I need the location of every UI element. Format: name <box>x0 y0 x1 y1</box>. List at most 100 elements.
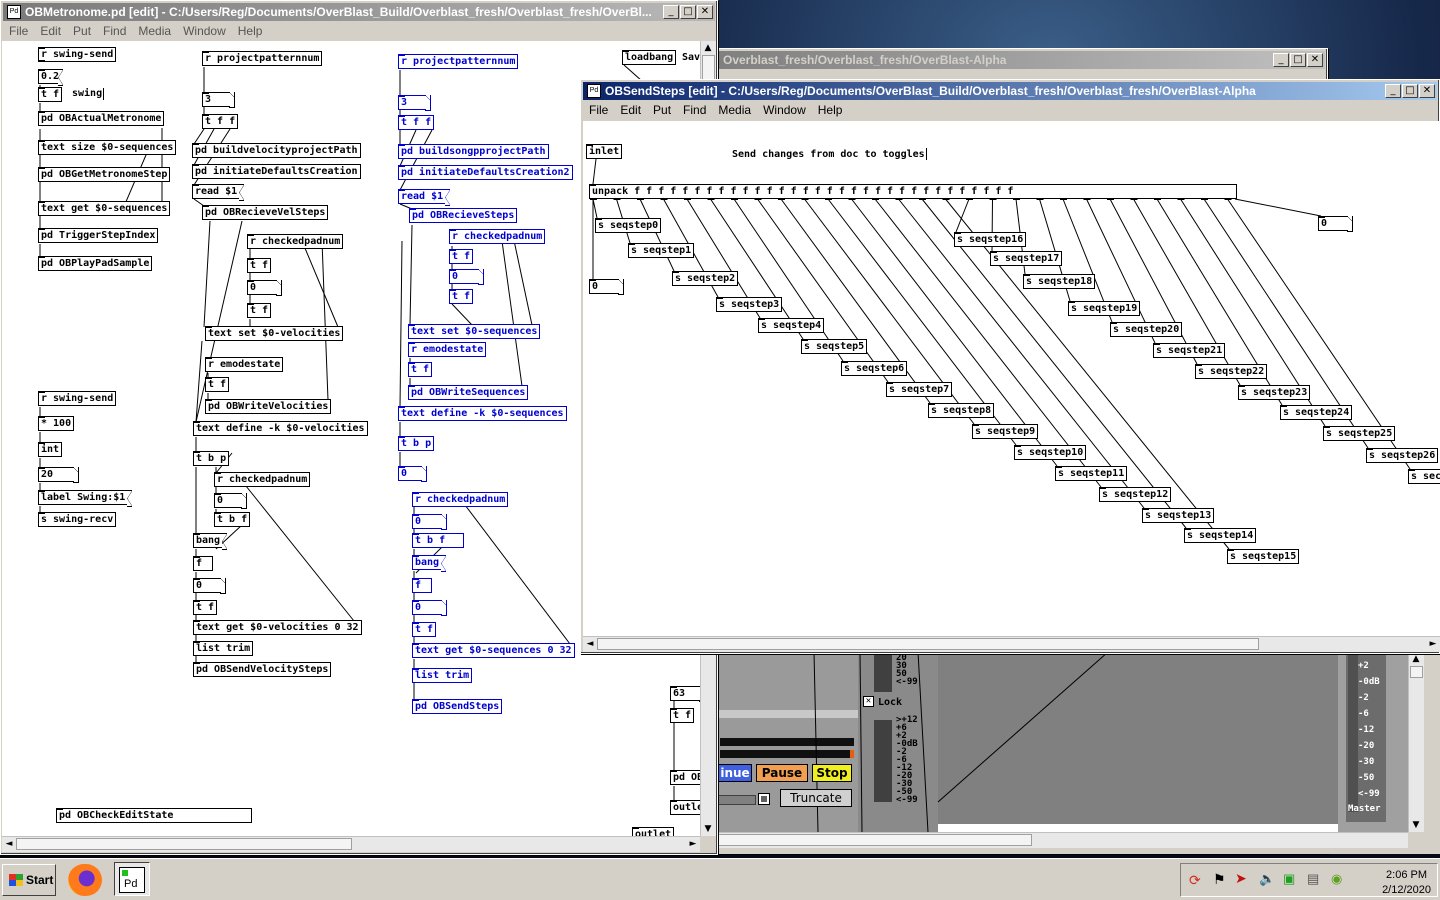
pd-triggerstepindex[interactable]: pd TriggerStepIndex <box>38 228 159 243</box>
pd-obrecievevelsteps[interactable]: pd OBRecieveVelSteps <box>202 205 329 220</box>
seqstep-sender-22[interactable]: s seqstep22 <box>1195 364 1268 379</box>
obj-t-f-h[interactable]: t f <box>412 622 437 637</box>
seqstep-sender-5[interactable]: s seqstep5 <box>801 339 868 354</box>
r-emodestate-2[interactable]: r emodestate <box>408 342 487 357</box>
pd-ob-fragment[interactable]: pd OB <box>670 770 700 785</box>
minimize-button[interactable]: _ <box>663 5 679 19</box>
menu-window[interactable]: Window <box>757 103 812 117</box>
pd-obcheckeditstate[interactable]: pd OBCheckEditState <box>56 808 252 823</box>
seqstep-sender-18[interactable]: s seqstep18 <box>1022 274 1096 289</box>
pd-obplaypadsample[interactable]: pd OBPlayPadSample <box>38 256 153 271</box>
msg-read-2[interactable]: read $1 <box>398 189 451 206</box>
pd-obactualmetronome[interactable]: pd OBActualMetronome <box>38 111 165 126</box>
seqstep-sender-1[interactable]: s seqstep1 <box>628 243 695 258</box>
obj-t-b-p[interactable]: t b p <box>193 451 230 466</box>
menu-find[interactable]: Find <box>97 24 132 38</box>
titlebar-main[interactable]: Pd OBMetronome.pd [edit] - C:/Users/Reg/… <box>3 3 715 21</box>
number-0-b[interactable]: 0 <box>214 493 247 509</box>
obj-t-f-f[interactable]: t f f <box>202 114 239 129</box>
text-get-velocities[interactable]: text get $0-velocities 0 32 <box>193 620 362 635</box>
seqstep-sender-10[interactable]: s seqstep10 <box>1014 445 1087 460</box>
volume-icon[interactable]: 🔈 <box>1259 871 1275 887</box>
text-define-sequences[interactable]: text define -k $0-sequences <box>398 406 567 421</box>
main-hscroll[interactable]: ◄ ► <box>2 836 700 852</box>
seqstep-sender-4[interactable]: s seqstep4 <box>758 318 825 333</box>
obj-t-f-d[interactable]: t f <box>193 600 218 615</box>
obj-loadbang[interactable]: loadbang <box>622 50 677 65</box>
obj-t-b-f-2[interactable]: t b f <box>412 533 464 548</box>
menu-edit[interactable]: Edit <box>34 24 67 38</box>
seqstep-sender-6[interactable]: s seqstep6 <box>841 361 908 376</box>
outlet-fragment[interactable]: outle <box>670 800 700 815</box>
r-checkedpadnum-4[interactable]: r checkedpadnum <box>412 492 509 507</box>
pd-obwritesequences[interactable]: pd OBWriteSequences <box>408 385 529 400</box>
pd-buildsongpprojectpath[interactable]: pd buildsongpprojectPath <box>398 144 549 159</box>
msg-read[interactable]: read $1 <box>192 184 245 201</box>
number-right[interactable]: 0 <box>1318 216 1353 232</box>
canvas-sendsteps[interactable]: inlet Send changes from doc to toggles u… <box>583 121 1440 636</box>
menu-put[interactable]: Put <box>67 24 97 38</box>
pd-initiatedefaultscreation2[interactable]: pd initiateDefaultsCreation2 <box>398 165 573 180</box>
msg-0.2[interactable]: 0.2 <box>38 69 63 86</box>
pd-initiatedefaultscreation[interactable]: pd initiateDefaultsCreation <box>192 164 361 179</box>
seqstep-sender-25[interactable]: s seqstep25 <box>1323 426 1396 441</box>
minimize-button[interactable]: _ <box>1273 53 1289 67</box>
alpha-hscroll[interactable] <box>718 832 1408 848</box>
obj-t-f[interactable]: t f <box>38 87 63 102</box>
menu-media[interactable]: Media <box>132 24 177 38</box>
text-get-sequences-2[interactable]: text get $0-sequences 0 32 <box>412 643 575 658</box>
alpha-vscroll[interactable]: ▲ ▼ <box>1408 652 1424 832</box>
pd-obwritevelocities[interactable]: pd OBWriteVelocities <box>205 399 332 414</box>
number-63[interactable]: 63 <box>670 686 700 702</box>
obj-f[interactable]: f <box>193 556 213 571</box>
close-button[interactable]: ✕ <box>1419 84 1435 98</box>
menu-edit[interactable]: Edit <box>614 103 647 117</box>
msg-bang[interactable]: bang <box>193 533 228 550</box>
nvidia-icon[interactable]: ◉ <box>1331 871 1342 887</box>
arrow-icon[interactable]: ➤ <box>1235 870 1247 887</box>
seqstep-sender-26[interactable]: s seqstep26 <box>1366 448 1439 463</box>
menu-media[interactable]: Media <box>712 103 757 117</box>
number-3[interactable]: 3 <box>202 92 235 108</box>
pd-obsendsteps[interactable]: pd OBSendSteps <box>412 699 503 714</box>
r-swing-send[interactable]: r swing-send <box>38 47 117 62</box>
r-projectpatternnum[interactable]: r projectpatternnum <box>202 51 323 66</box>
r-emodestate[interactable]: r emodestate <box>205 357 284 372</box>
pd-buildvelocityprojectpath[interactable]: pd buildvelocityprojectPath <box>192 143 361 158</box>
outlet-fragment-2[interactable]: outlet <box>632 827 675 836</box>
menu-help[interactable]: Help <box>812 103 849 117</box>
r-checkedpadnum-3[interactable]: r checkedpadnum <box>449 229 546 244</box>
shield-icon[interactable]: ⟳ <box>1189 872 1201 889</box>
seqstep-sender-14[interactable]: s seqstep14 <box>1184 528 1257 543</box>
r-checkedpadnum[interactable]: r checkedpadnum <box>247 234 344 249</box>
text-get-sequences[interactable]: text get $0-sequences <box>38 201 171 216</box>
slider-bar[interactable] <box>718 795 756 805</box>
menu-file[interactable]: File <box>583 103 614 117</box>
seqstep-sender-8[interactable]: s seqstep8 <box>928 403 995 418</box>
maximize-button[interactable]: □ <box>1290 53 1306 67</box>
pd-taskbar-button[interactable]: Pd <box>114 862 150 896</box>
seqstep-sender-24[interactable]: s seqstep24 <box>1280 405 1353 420</box>
seqstep-sender-12[interactable]: s seqstep12 <box>1099 487 1172 502</box>
number-3-b[interactable]: 3 <box>398 95 431 111</box>
obj-t-f-f2[interactable]: t f <box>449 289 474 304</box>
obj-t-f-f-b[interactable]: t f f <box>398 115 435 130</box>
text-set-sequences[interactable]: text set $0-sequences <box>408 324 541 339</box>
obj-t-f-g[interactable]: t f <box>408 362 433 377</box>
seqstep-sender-3[interactable]: s seqstep3 <box>716 297 783 312</box>
list-trim[interactable]: list trim <box>193 641 254 656</box>
msg-label-swing[interactable]: label Swing:$1 <box>38 490 133 507</box>
titlebar-alpha[interactable]: Overblast_fresh/Overblast_fresh/OverBlas… <box>719 51 1325 69</box>
maximize-button[interactable]: □ <box>680 5 696 19</box>
obj-mul-100[interactable]: * 100 <box>38 416 75 431</box>
number-20[interactable]: 20 <box>38 467 79 483</box>
start-button[interactable]: Start <box>2 864 56 896</box>
seqstep-sender-13[interactable]: s seqstep13 <box>1142 508 1215 523</box>
obj-t-f-e[interactable]: t f <box>449 249 474 264</box>
text-define-velocities[interactable]: text define -k $0-velocities <box>193 421 368 436</box>
seqstep-sender-2[interactable]: s seqstep2 <box>672 271 739 286</box>
obj-t-f-col4[interactable]: t f <box>670 708 695 723</box>
sendsteps-hscroll[interactable]: ◄ ► <box>583 636 1440 652</box>
truncate-button[interactable]: Truncate <box>780 789 852 807</box>
msg-bang-2[interactable]: bang <box>412 555 447 572</box>
